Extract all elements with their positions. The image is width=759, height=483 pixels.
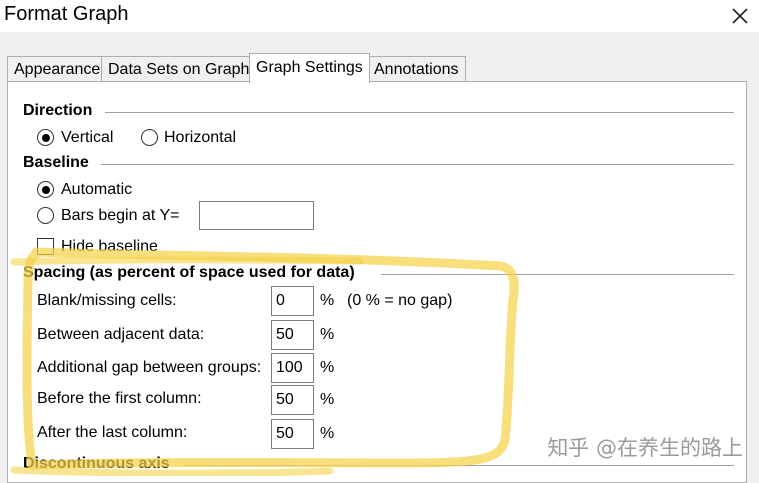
blank-missing-input[interactable] — [271, 286, 314, 316]
close-button[interactable] — [727, 3, 753, 29]
automatic-label[interactable]: Automatic — [61, 181, 132, 199]
discontinuous-axis-divider — [184, 465, 734, 466]
between-adjacent-label: Between adjacent data: — [37, 326, 205, 343]
baseline-heading: Baseline — [23, 154, 89, 171]
direction-divider — [105, 112, 734, 113]
graph-settings-panel: Direction Vertical Horizontal Baseline A… — [7, 81, 747, 483]
blank-missing-unit: % — [320, 292, 335, 309]
bars-begin-y-input[interactable] — [199, 201, 314, 230]
bars-begin-label[interactable]: Bars begin at Y= — [61, 207, 179, 225]
hide-baseline-label[interactable]: Hide baseline — [61, 238, 158, 256]
watermark-text: 知乎 @在养生的路上 — [547, 436, 743, 460]
hide-baseline-checkbox[interactable] — [37, 238, 54, 255]
discontinuous-axis-heading: Discontinuous axis — [23, 455, 170, 472]
bars-begin-radio[interactable] — [37, 207, 54, 224]
additional-gap-label: Additional gap between groups: — [37, 359, 262, 376]
title-bar: Format Graph — [0, 0, 759, 32]
between-adjacent-input[interactable] — [271, 320, 314, 350]
after-last-column-unit: % — [320, 425, 335, 442]
blank-missing-label: Blank/missing cells: — [37, 292, 177, 309]
direction-heading: Direction — [23, 102, 93, 119]
horizontal-label[interactable]: Horizontal — [164, 129, 236, 147]
additional-gap-unit: % — [320, 359, 335, 376]
vertical-label[interactable]: Vertical — [61, 129, 113, 147]
tab-appearance[interactable]: Appearance — [7, 56, 108, 82]
automatic-radio[interactable] — [37, 181, 54, 198]
before-first-column-input[interactable] — [271, 385, 314, 415]
spacing-divider — [381, 274, 734, 275]
tab-annotations[interactable]: Annotations — [367, 56, 466, 82]
close-icon — [732, 8, 748, 24]
spacing-heading: Spacing (as percent of space used for da… — [23, 264, 355, 281]
dialog-title: Format Graph — [4, 3, 129, 25]
between-adjacent-unit: % — [320, 326, 335, 343]
vertical-radio[interactable] — [37, 129, 54, 146]
before-first-column-label: Before the first column: — [37, 390, 202, 407]
horizontal-radio[interactable] — [141, 129, 158, 146]
after-last-column-label: After the last column: — [37, 424, 188, 441]
tab-graph-settings[interactable]: Graph Settings — [249, 53, 370, 83]
after-last-column-input[interactable] — [271, 419, 314, 449]
additional-gap-input[interactable] — [271, 353, 314, 383]
blank-missing-note: (0 % = no gap) — [347, 292, 453, 309]
baseline-divider — [101, 164, 734, 165]
before-first-column-unit: % — [320, 391, 335, 408]
tab-data-sets-on-graph[interactable]: Data Sets on Graph — [101, 56, 257, 82]
